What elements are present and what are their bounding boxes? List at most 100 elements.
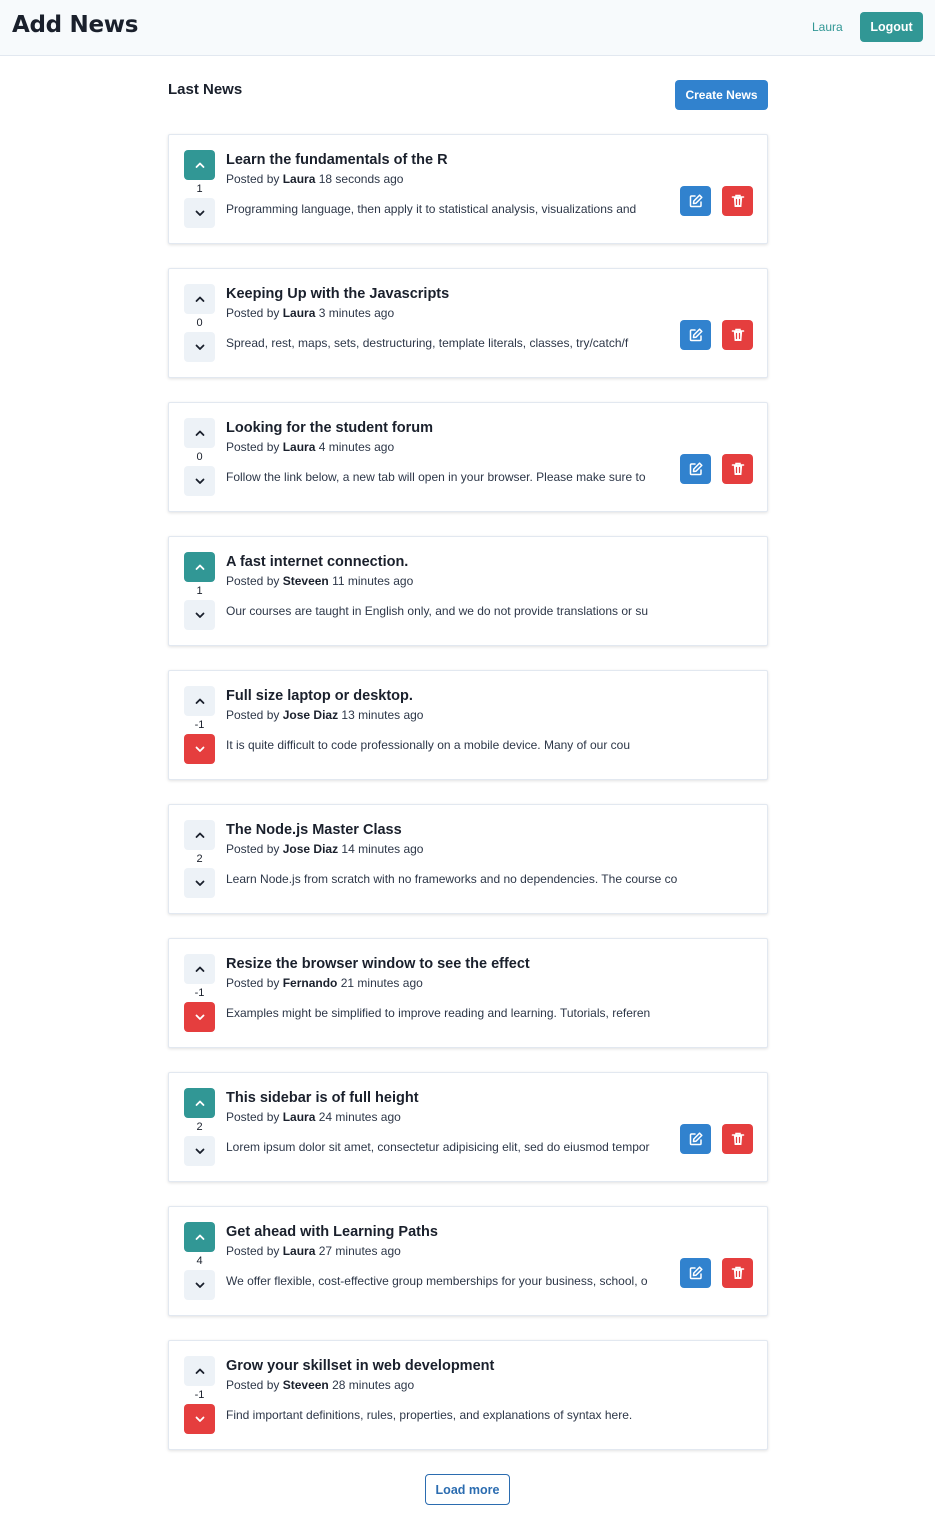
news-time: 13 minutes ago [341,708,424,722]
news-excerpt: Lorem ipsum dolor sit amet, consectetur … [226,1140,650,1154]
news-author: Laura [282,306,316,320]
posted-prefix: Posted by [226,1244,280,1258]
vote-count: 2 [196,1121,203,1133]
chevron-up-icon [195,564,204,570]
news-title[interactable]: The Node.js Master Class [226,822,402,838]
upvote-button[interactable] [184,418,215,448]
chevron-up-icon [195,1368,204,1374]
delete-button[interactable] [722,1258,753,1288]
posted-prefix: Posted by [226,306,280,320]
edit-button[interactable] [680,1124,711,1154]
user-name-link[interactable]: Laura [812,20,843,34]
delete-button[interactable] [722,454,753,484]
trash-icon [731,194,744,207]
news-time: 24 minutes ago [318,1110,401,1124]
downvote-button[interactable] [184,1270,215,1300]
posted-by: Posted by Laura 3 minutes ago [226,306,394,320]
upvote-button[interactable] [184,954,215,984]
posted-by: Posted by Laura 4 minutes ago [226,440,394,454]
vote-count: 4 [196,1255,203,1267]
news-author: Laura [282,172,316,186]
news-title[interactable]: Full size laptop or desktop. [226,688,413,704]
upvote-button[interactable] [184,1222,215,1252]
chevron-up-icon [195,1234,204,1240]
news-excerpt: Our courses are taught in English only, … [226,604,649,618]
edit-button[interactable] [680,1258,711,1288]
upvote-button[interactable] [184,552,215,582]
chevron-up-icon [195,296,204,302]
vote-count: 0 [196,451,203,463]
posted-by: Posted by Jose Diaz 13 minutes ago [226,708,423,722]
news-time: 28 minutes ago [332,1378,415,1392]
edit-icon [689,194,703,208]
news-time: 27 minutes ago [318,1244,401,1258]
upvote-button[interactable] [184,1356,215,1386]
vote-count: -1 [194,719,205,731]
create-news-button[interactable]: Create News [675,80,768,110]
upvote-button[interactable] [184,686,215,716]
news-title[interactable]: This sidebar is of full height [226,1090,419,1106]
logout-button[interactable]: Logout [860,12,923,42]
downvote-button[interactable] [184,466,215,496]
news-card: -1 Resize the browser window to see the … [168,938,768,1048]
news-title[interactable]: Resize the browser window to see the eff… [226,956,530,972]
vote-count: 0 [196,317,203,329]
chevron-down-icon [195,612,204,618]
news-author: Jose Diaz [282,842,339,856]
posted-prefix: Posted by [226,440,280,454]
edit-button[interactable] [680,454,711,484]
delete-button[interactable] [722,320,753,350]
news-card: 2 This sidebar is of full height Posted … [168,1072,768,1182]
posted-prefix: Posted by [226,1378,280,1392]
news-excerpt: Examples might be simplified to improve … [226,1006,651,1020]
news-title[interactable]: Looking for the student forum [226,420,433,436]
trash-icon [731,328,744,341]
downvote-button[interactable] [184,1136,215,1166]
news-excerpt: Find important definitions, rules, prope… [226,1408,633,1422]
delete-button[interactable] [722,1124,753,1154]
news-author: Steveen [282,574,329,588]
news-excerpt: Spread, rest, maps, sets, destructuring,… [226,336,629,350]
downvote-button[interactable] [184,332,215,362]
news-title[interactable]: Get ahead with Learning Paths [226,1224,438,1240]
downvote-button[interactable] [184,198,215,228]
edit-button[interactable] [680,186,711,216]
load-more-button[interactable]: Load more [425,1474,510,1505]
news-time: 18 seconds ago [318,172,404,186]
downvote-button[interactable] [184,734,215,764]
posted-by: Posted by Laura 18 seconds ago [226,172,403,186]
edit-button[interactable] [680,320,711,350]
app-title: Add News [12,12,139,38]
news-card: 1 A fast internet connection. Posted by … [168,536,768,646]
downvote-button[interactable] [184,1002,215,1032]
news-excerpt: Follow the link below, a new tab will op… [226,470,646,484]
vote-count: 2 [196,853,203,865]
upvote-button[interactable] [184,284,215,314]
news-title[interactable]: A fast internet connection. [226,554,408,570]
downvote-button[interactable] [184,1404,215,1434]
chevron-up-icon [195,1100,204,1106]
delete-button[interactable] [722,186,753,216]
posted-prefix: Posted by [226,1110,280,1124]
chevron-down-icon [195,746,204,752]
upvote-button[interactable] [184,1088,215,1118]
news-title[interactable]: Grow your skillset in web development [226,1358,494,1374]
chevron-down-icon [195,1014,204,1020]
chevron-up-icon [195,832,204,838]
upvote-button[interactable] [184,150,215,180]
downvote-button[interactable] [184,600,215,630]
news-time: 3 minutes ago [318,306,395,320]
news-title[interactable]: Keeping Up with the Javascripts [226,286,449,302]
news-card: 0 Keeping Up with the Javascripts Posted… [168,268,768,378]
news-author: Jose Diaz [282,708,339,722]
downvote-button[interactable] [184,868,215,898]
news-excerpt: We offer flexible, cost-effective group … [226,1274,648,1288]
news-title[interactable]: Learn the fundamentals of the R [226,152,448,168]
upvote-button[interactable] [184,820,215,850]
posted-prefix: Posted by [226,708,280,722]
chevron-up-icon [195,966,204,972]
posted-by: Posted by Laura 24 minutes ago [226,1110,401,1124]
news-author: Fernando [282,976,338,990]
posted-prefix: Posted by [226,574,280,588]
news-author: Laura [282,440,316,454]
